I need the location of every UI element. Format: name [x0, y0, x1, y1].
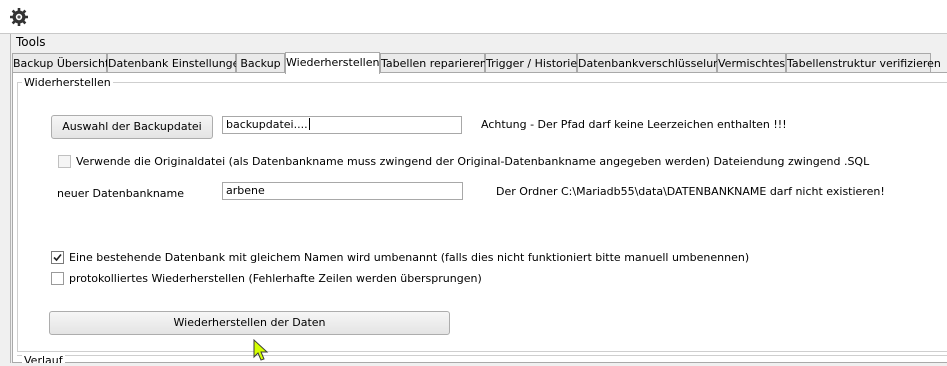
restore-group-title: Widerherstellen	[22, 76, 113, 89]
new-db-input[interactable]: arbene	[222, 182, 463, 200]
restore-data-button[interactable]: Wiederherstellen der Daten	[49, 311, 450, 335]
tab-backup[interactable]: Backup	[236, 53, 285, 72]
tab-tabellen-reparieren[interactable]: Tabellen reparieren	[380, 53, 487, 72]
logged-restore-label: protokolliertes Wiederherstellen (Fehler…	[69, 272, 482, 285]
tab-backup-uebersicht[interactable]: Backup Übersicht	[12, 53, 109, 72]
tab-wiederherstellen[interactable]: Wiederherstellen	[285, 52, 380, 74]
rename-existing-label: Eine bestehende Datenbank mit gleichem N…	[69, 251, 750, 264]
log-group	[17, 355, 947, 366]
choose-backup-button[interactable]: Auswahl der Backupdatei	[51, 115, 213, 139]
use-original-checkbox[interactable]	[58, 155, 71, 168]
menu-bar: Tools	[16, 34, 46, 50]
new-db-label: neuer Datenbankname	[57, 187, 185, 200]
app-gear-icon[interactable]	[9, 7, 29, 27]
text-caret	[308, 118, 310, 130]
use-original-label: Verwende die Originaldatei (als Datenban…	[76, 155, 870, 168]
checkmark-icon	[53, 253, 62, 262]
tab-trigger-historie[interactable]: Trigger / Historie	[485, 53, 577, 72]
folder-warning: Der Ordner C:\Mariadb55\data\DATENBANKNA…	[496, 185, 885, 198]
rename-existing-checkbox[interactable]	[51, 251, 64, 264]
tab-datenbank-einstellungen[interactable]: Datenbank Einstellungen	[107, 53, 246, 72]
tab-tabellenstruktur-verifizieren[interactable]: Tabellenstruktur verifizieren	[786, 53, 941, 72]
menu-tools[interactable]: Tools	[16, 35, 46, 49]
title-bar	[0, 0, 947, 33]
path-warning: Achtung - Der Pfad darf keine Leerzeiche…	[481, 118, 787, 131]
logged-restore-checkbox[interactable]	[51, 272, 64, 285]
tab-datenbankverschluesselung[interactable]: Datenbankverschlüsselung	[577, 53, 727, 72]
backup-file-input[interactable]: backupdatei....	[222, 116, 462, 134]
backup-file-value: backupdatei....	[226, 118, 308, 131]
log-group-title: Verlauf	[22, 354, 65, 363]
mouse-cursor-icon	[253, 339, 269, 361]
tab-vermischtes[interactable]: Vermischtes	[717, 53, 786, 72]
